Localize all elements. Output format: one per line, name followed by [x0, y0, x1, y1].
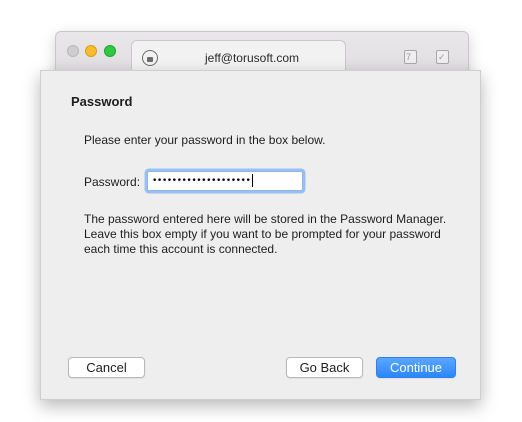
zoom-window-button[interactable]: [104, 45, 116, 57]
lock-globe-icon: [142, 50, 158, 66]
instruction-text: Please enter your password in the box be…: [84, 133, 326, 147]
info-line: Leave this box empty if you want to be p…: [84, 227, 441, 241]
go-back-button[interactable]: Go Back: [286, 357, 363, 378]
info-line: each time this account is connected.: [84, 242, 278, 256]
screen: jeff@torusoft.com 7 ✓ Password Please en…: [0, 0, 522, 422]
password-label: Password:: [84, 175, 141, 189]
password-field[interactable]: ••••••••••••••••••••: [147, 171, 303, 191]
minimize-window-button[interactable]: [85, 45, 97, 57]
close-window-button[interactable]: [67, 45, 79, 57]
text-caret: [252, 174, 253, 187]
tasks-icon[interactable]: ✓: [436, 50, 449, 64]
cancel-button[interactable]: Cancel: [68, 357, 145, 378]
password-manager-info: The password entered here will be stored…: [84, 212, 464, 257]
tab-title: jeff@torusoft.com: [205, 51, 299, 65]
dialog-heading: Password: [71, 94, 133, 109]
info-line: The password entered here will be stored…: [84, 212, 447, 226]
calendar-icon[interactable]: 7: [404, 50, 417, 64]
continue-button[interactable]: Continue: [376, 357, 456, 378]
password-dialog: Password Please enter your password in t…: [40, 70, 481, 400]
